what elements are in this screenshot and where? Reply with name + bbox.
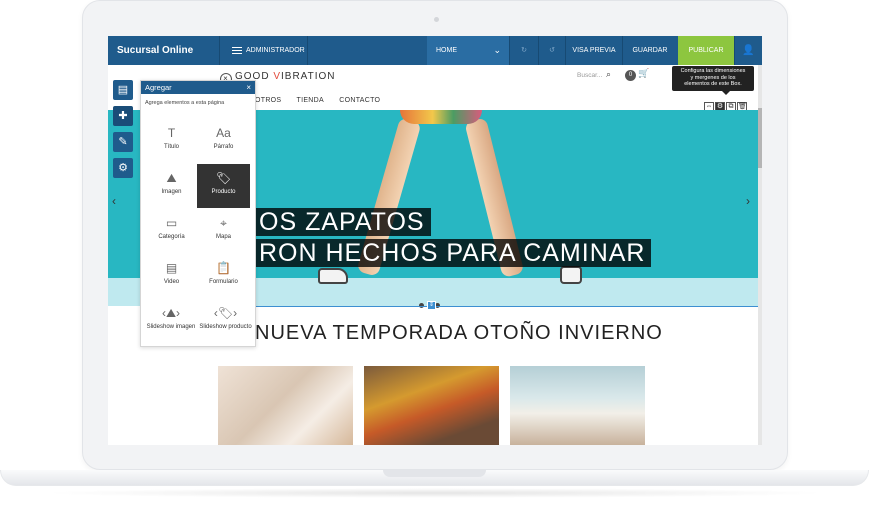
nav-item-tienda[interactable]: TIENDA	[297, 97, 324, 104]
hero-shoe	[318, 268, 348, 284]
element-label: Párrafo	[213, 144, 234, 150]
element-label: Título	[163, 144, 179, 150]
page-selector[interactable]: HOME ⌄	[427, 36, 509, 65]
publish-button[interactable]: PUBLICAR	[678, 36, 734, 65]
slider-next-icon[interactable]: ›	[746, 194, 750, 208]
pages-tool-button[interactable]: ▤	[113, 80, 133, 100]
element-producto[interactable]: 🏷 Producto	[197, 164, 250, 208]
paragraph-icon: Aa	[216, 126, 231, 140]
element-formulario[interactable]: 📋 Formulario	[197, 254, 250, 298]
element-categoria[interactable]: ▭ Categoría	[145, 209, 198, 253]
search-icon[interactable]: ⌕	[606, 69, 611, 80]
nav-item-otros[interactable]: OTROS	[255, 97, 281, 104]
laptop-notch	[383, 470, 486, 477]
editor-topbar: Sucursal Online ADMINISTRADOR HOME ⌄ ↻ ↺…	[108, 36, 762, 65]
close-icon[interactable]: ×	[246, 81, 251, 94]
brush-icon: ✎	[118, 136, 128, 148]
user-menu-button[interactable]: 👤	[734, 36, 762, 65]
screen: Sucursal Online ADMINISTRADOR HOME ⌄ ↻ ↺…	[108, 36, 762, 445]
admin-menu-button[interactable]: ADMINISTRADOR	[220, 36, 308, 65]
image-icon: ⛰	[166, 171, 177, 185]
element-slideshow-imagen[interactable]: ‹⛰› Slideshow imagen	[143, 299, 199, 343]
panel-title: Agregar	[145, 83, 172, 92]
resize-handle-icon[interactable]: ⇕	[427, 301, 436, 310]
element-label: Categoría	[158, 234, 185, 240]
menu-icon	[232, 45, 242, 56]
scrollbar-thumb[interactable]	[758, 108, 762, 168]
site-search-input[interactable]: Buscar...	[577, 70, 621, 82]
logo-text-post: IBRATION	[281, 71, 336, 82]
tooltip-line: elementos de este Box.	[684, 81, 742, 87]
section-title: NUEVA TEMPORADA OTOÑO INVIERNO	[255, 322, 663, 344]
chevron-down-icon: ⌄	[493, 45, 501, 55]
add-tool-button[interactable]: ✚	[113, 106, 133, 126]
undo-icon: ↺	[549, 47, 555, 54]
product-image[interactable]	[218, 366, 353, 445]
editor-brand[interactable]: Sucursal Online	[108, 36, 220, 65]
undo-button[interactable]: ↺	[538, 36, 565, 65]
hero-model-skirt	[400, 110, 482, 124]
design-tool-button[interactable]: ✎	[113, 132, 133, 152]
element-imagen[interactable]: ⛰ Imagen	[145, 164, 198, 208]
product-image[interactable]	[510, 366, 645, 445]
panel-header: Agregar ×	[141, 81, 255, 94]
preview-button[interactable]: VISA PREVIA	[565, 36, 622, 65]
site-nav: OTROS TIENDA CONTACTO	[255, 97, 393, 104]
tooltip-line: Configura las dimensiones	[680, 68, 746, 74]
product-image[interactable]	[364, 366, 499, 445]
element-label: Slideshow producto	[199, 324, 252, 330]
save-button[interactable]: GUARDAR	[622, 36, 677, 65]
cart-count-badge: 0	[625, 70, 636, 81]
element-parrafo[interactable]: Aa Párrafo	[197, 119, 250, 163]
film-icon: ▤	[165, 261, 178, 275]
gear-icon: ⚙	[118, 162, 128, 174]
box-config-tooltip: Configura las dimensiones y mergenes de …	[672, 66, 754, 95]
element-titulo[interactable]: T Título	[145, 119, 198, 163]
add-elements-panel: Agregar × Agrega elementos a esta página…	[140, 80, 256, 347]
box-tools: ⇔ ⚙ ⧉ 🗑	[704, 95, 748, 112]
title-icon: T	[167, 126, 176, 140]
element-label: Slideshow imagen	[146, 324, 196, 330]
slider-prev-icon[interactable]: ‹	[112, 194, 116, 208]
element-label: Formulario	[209, 279, 238, 285]
admin-label: ADMINISTRADOR	[246, 47, 305, 54]
clipboard-icon: 📋	[216, 261, 231, 275]
map-pin-icon: ⌖	[220, 216, 227, 230]
settings-tool-button[interactable]: ⚙	[113, 158, 133, 178]
element-slideshow-producto[interactable]: ‹🏷› Slideshow producto	[197, 299, 254, 343]
redo-icon: ↻	[521, 47, 527, 54]
element-label: Producto	[211, 189, 236, 195]
hero-shoe	[560, 266, 582, 284]
page-selector-label: HOME	[436, 47, 457, 54]
element-label: Mapa	[215, 234, 231, 240]
slideshow-product-icon: ‹🏷›	[213, 306, 238, 320]
selection-outline	[253, 306, 758, 307]
cart-icon[interactable]: 🛒	[638, 68, 649, 79]
hero-heading-line-1: OS ZAPATOS	[253, 208, 431, 236]
slideshow-image-icon: ‹⛰›	[161, 306, 181, 320]
redo-button[interactable]: ↻	[509, 36, 538, 65]
panel-subtitle: Agrega elementos a esta página	[145, 100, 225, 106]
camera-dot	[434, 17, 439, 22]
element-label: Video	[163, 279, 180, 285]
nav-item-contacto[interactable]: CONTACTO	[339, 97, 380, 104]
element-mapa[interactable]: ⌖ Mapa	[197, 209, 250, 253]
user-icon: 👤	[742, 45, 755, 56]
element-video[interactable]: ▤ Video	[145, 254, 198, 298]
plus-icon: ✚	[118, 110, 128, 122]
logo-text-v: V	[273, 71, 282, 82]
laptop-shadow	[40, 488, 830, 498]
hero-heading-line-2: RON HECHOS PARA CAMINAR	[253, 239, 652, 267]
element-label: Imagen	[161, 189, 182, 195]
folder-icon: ▭	[165, 216, 178, 230]
tag-icon: 🏷	[215, 171, 232, 185]
page-icon: ▤	[117, 84, 129, 96]
